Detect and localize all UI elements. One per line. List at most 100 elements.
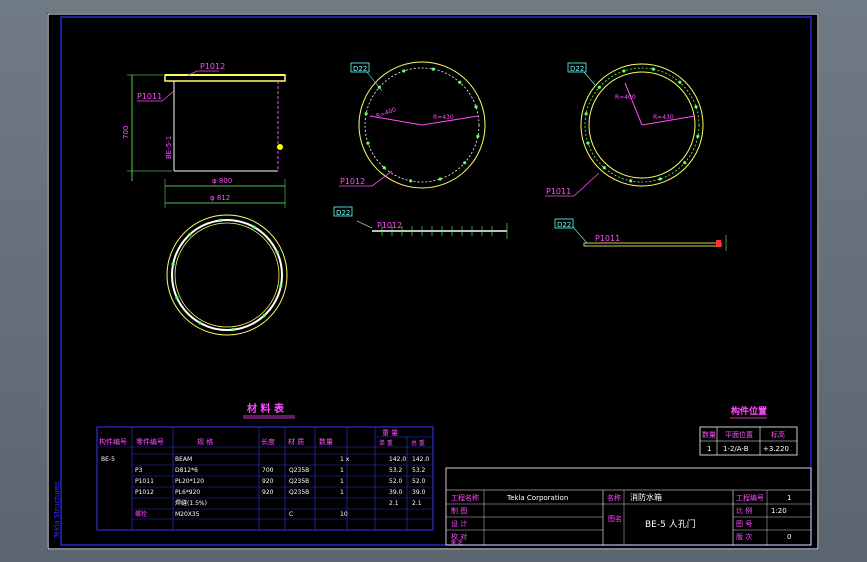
outer-dia-value: φ 812 xyxy=(210,194,230,202)
bom-cell: 1 xyxy=(340,489,344,496)
bolt-hole xyxy=(188,232,192,237)
project-label: 工程名称 xyxy=(451,493,479,502)
bolt-hole xyxy=(382,166,386,170)
tag-d22: D22 xyxy=(353,65,367,73)
bolt-hole xyxy=(279,284,283,288)
tag-d22: D22 xyxy=(336,209,350,217)
bolt-hole xyxy=(219,218,223,222)
cad-drawing: Tekla Structures 700 BE-5-1 P1012 P1011 … xyxy=(47,13,819,550)
bom-header: 长度 xyxy=(261,437,275,446)
bolt-hole xyxy=(696,134,700,138)
bom-cell: PL20*120 xyxy=(175,478,204,485)
name-label: 名称 xyxy=(607,493,621,502)
right-label-3: 版 次 xyxy=(736,532,752,541)
company-name: Tekla Corporation xyxy=(506,494,568,502)
bom-cell: P1011 xyxy=(135,478,154,485)
bolt-hole xyxy=(252,225,256,229)
row-draw: 制 图 xyxy=(451,506,467,515)
label-p1012: P1012 xyxy=(200,62,225,71)
bom-cell: 700 xyxy=(262,467,274,474)
bom-header: 重 量 xyxy=(382,429,398,437)
tag-d22: D22 xyxy=(570,65,584,73)
bolt-hole xyxy=(474,105,478,109)
bom-cell: D812*6 xyxy=(175,467,198,474)
bom-cell: 39.0 xyxy=(389,489,403,496)
bom-cell: Q235B xyxy=(289,489,309,496)
label-p1011: P1011 xyxy=(595,234,620,243)
bolt-hole xyxy=(683,161,687,165)
label-p1012: P1012 xyxy=(340,177,365,186)
bom-cell: 920 xyxy=(262,478,274,485)
bom-header: 数量 xyxy=(319,437,333,446)
bom-cell: P1012 xyxy=(135,489,154,496)
bolt-hole xyxy=(262,313,266,318)
row-design: 设 计 xyxy=(451,519,467,528)
bolt-hole xyxy=(463,161,467,165)
bom-cell: 1 x xyxy=(340,456,350,463)
right-label-2: 图 号 xyxy=(736,520,752,528)
bom-cell: 10 xyxy=(340,511,348,518)
bolt-hole xyxy=(584,112,588,116)
side-mark: BE-5-1 xyxy=(165,136,173,159)
drawing-label: 图名 xyxy=(608,514,622,523)
bill-of-materials: 材 料 表 构件编号 零件编号 规 格 长度 材 质 数量 重 量单 重 总 重 BE-5 BEA… xyxy=(96,402,434,531)
bom-title: 材 料 表 xyxy=(247,402,285,415)
bolt-hole xyxy=(366,141,370,145)
bolt-hole xyxy=(171,262,175,266)
bom-header: 构件编号 xyxy=(99,437,127,446)
radius-inner: R=400 xyxy=(615,94,636,101)
label-p1012: P1012 xyxy=(377,221,402,230)
right-value-3: 0 xyxy=(787,533,791,541)
location-title: 构件位置 xyxy=(731,405,767,417)
bom-cell: 920 xyxy=(262,489,274,496)
drawing-name: BE-5 人孔门 xyxy=(645,518,696,530)
radius-outer: R=430 xyxy=(433,114,454,121)
ring-elevation xyxy=(583,242,722,247)
bom-cell: Q235B xyxy=(289,467,309,474)
inner-dia-value: φ 800 xyxy=(212,177,232,185)
bolt-hole xyxy=(275,250,279,254)
margin-text: Tekla Structures xyxy=(53,482,61,539)
drawing-sheet: Tekla Structures 700 BE-5-1 P1012 P1011 … xyxy=(47,13,819,550)
bom-cell: PL6*920 xyxy=(175,489,200,496)
bolt-hole xyxy=(175,296,179,300)
bom-header: 规 格 xyxy=(197,437,213,446)
bom-cell: 2.1 xyxy=(389,500,399,507)
bolt-hole xyxy=(602,166,606,170)
bolt-hole xyxy=(431,67,435,71)
bolt-hole xyxy=(678,80,682,84)
bom-cell: 2.1 xyxy=(412,500,422,507)
bom-cell: 142.0 xyxy=(412,456,429,463)
bom-cell: P3 xyxy=(135,467,143,474)
bolt-hole xyxy=(364,112,368,116)
bom-cell: 1 xyxy=(340,467,344,474)
right-value-0: 1 xyxy=(787,494,791,502)
bolt-hole xyxy=(458,80,462,84)
bom-header: 材 质 xyxy=(288,437,304,446)
bom-cell: M20X35 xyxy=(175,511,200,518)
bom-cell: Q235B xyxy=(289,478,309,485)
loc-elev: +3.220 xyxy=(763,445,789,453)
loc-header-plan: 平面位置 xyxy=(725,430,753,439)
radius-inner: R=400 xyxy=(375,106,397,120)
bolt-marker xyxy=(277,144,283,150)
plan-view-ring xyxy=(166,214,288,336)
loc-header-qty: 数量 xyxy=(702,430,716,439)
label-p1011: P1011 xyxy=(137,92,162,101)
bom-cell: 焊缝(1.5%) xyxy=(175,499,207,507)
height-value: 700 xyxy=(122,126,130,139)
label-p1011: P1011 xyxy=(546,187,571,196)
bom-cell: 39.0 xyxy=(412,489,426,496)
bolt-hole xyxy=(198,321,202,325)
bolt-hole xyxy=(629,179,633,183)
bolt-hole xyxy=(658,177,662,181)
bolt-hole xyxy=(651,67,655,71)
top-plate-detail: R=400 R=430 D22 P1012 D22 P1012 xyxy=(333,61,508,239)
right-label-0: 工程编号 xyxy=(736,493,764,502)
bom-cell: 螺栓 xyxy=(135,510,147,518)
bom-cell: 1 xyxy=(340,478,344,485)
loc-header-elev: 标高 xyxy=(771,430,785,439)
bom-cell: 52.0 xyxy=(412,478,426,485)
loc-qty: 1 xyxy=(707,445,711,453)
bolt-hole xyxy=(622,69,626,73)
